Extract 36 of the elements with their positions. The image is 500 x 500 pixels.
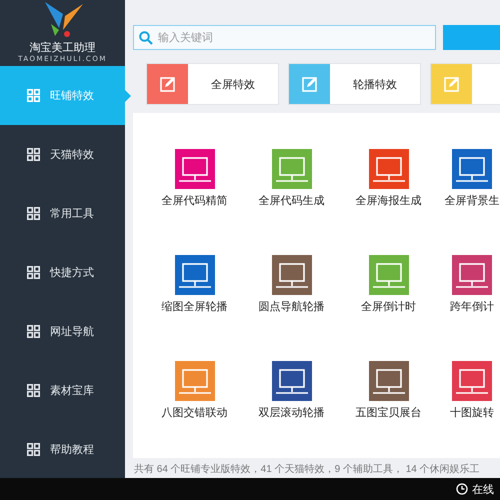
tool-item[interactable]: 全屏代码生成 [243, 149, 340, 208]
sidebar-item[interactable]: 帮助教程 [0, 420, 125, 479]
edit-icon [302, 76, 318, 92]
tool-item[interactable]: 八图交错联动 [146, 361, 243, 420]
tool-item[interactable]: 全屏背景生 [437, 149, 500, 208]
edit-icon [160, 76, 176, 92]
tool-item[interactable]: 跨年倒计 [437, 255, 500, 314]
clock-icon [456, 483, 468, 495]
grid-icon [27, 148, 40, 161]
grid-icon [27, 325, 40, 338]
tool-item[interactable]: 十图旋转 [437, 361, 500, 420]
status-indicator: 在线 [456, 482, 500, 496]
sidebar-item[interactable]: 素材宝库 [0, 361, 125, 420]
sidebar-item[interactable]: 天猫特效 [0, 125, 125, 184]
summary-text: 共有 64 个旺铺专业版特效，41 个天猫特效，9 个辅助工具， 14 个休闲娱乐工 [133, 462, 481, 476]
search-field[interactable]: 输入关键词 [133, 25, 436, 50]
tool-item[interactable]: 双层滚动轮播 [243, 361, 340, 420]
tool-item[interactable]: 全屏代码精简 [146, 149, 243, 208]
tool-item[interactable]: 缩图全屏轮播 [146, 255, 243, 314]
category-tab[interactable]: 轮播特效 [288, 63, 421, 105]
tool-item[interactable]: 五图宝贝展台 [340, 361, 437, 420]
app-title: 淘宝美工助理 [30, 40, 96, 55]
tool-item[interactable]: 全屏海报生成 [340, 149, 437, 208]
edit-icon [444, 76, 460, 92]
search-button[interactable] [443, 25, 500, 50]
grid-icon [27, 443, 40, 456]
tool-item[interactable]: 全屏倒计时 [340, 255, 437, 314]
grid-icon [27, 207, 40, 220]
grid-icon [27, 384, 40, 397]
tool-item[interactable]: 圆点导航轮播 [243, 255, 340, 314]
category-tab[interactable]: 全屏特效 [146, 63, 279, 105]
sidebar-item[interactable]: 快捷方式 [0, 243, 125, 302]
sidebar-item[interactable]: 网址导航 [0, 302, 125, 361]
grid-icon [27, 266, 40, 279]
grid-icon [27, 89, 40, 102]
sidebar-item[interactable]: 常用工具 [0, 184, 125, 243]
